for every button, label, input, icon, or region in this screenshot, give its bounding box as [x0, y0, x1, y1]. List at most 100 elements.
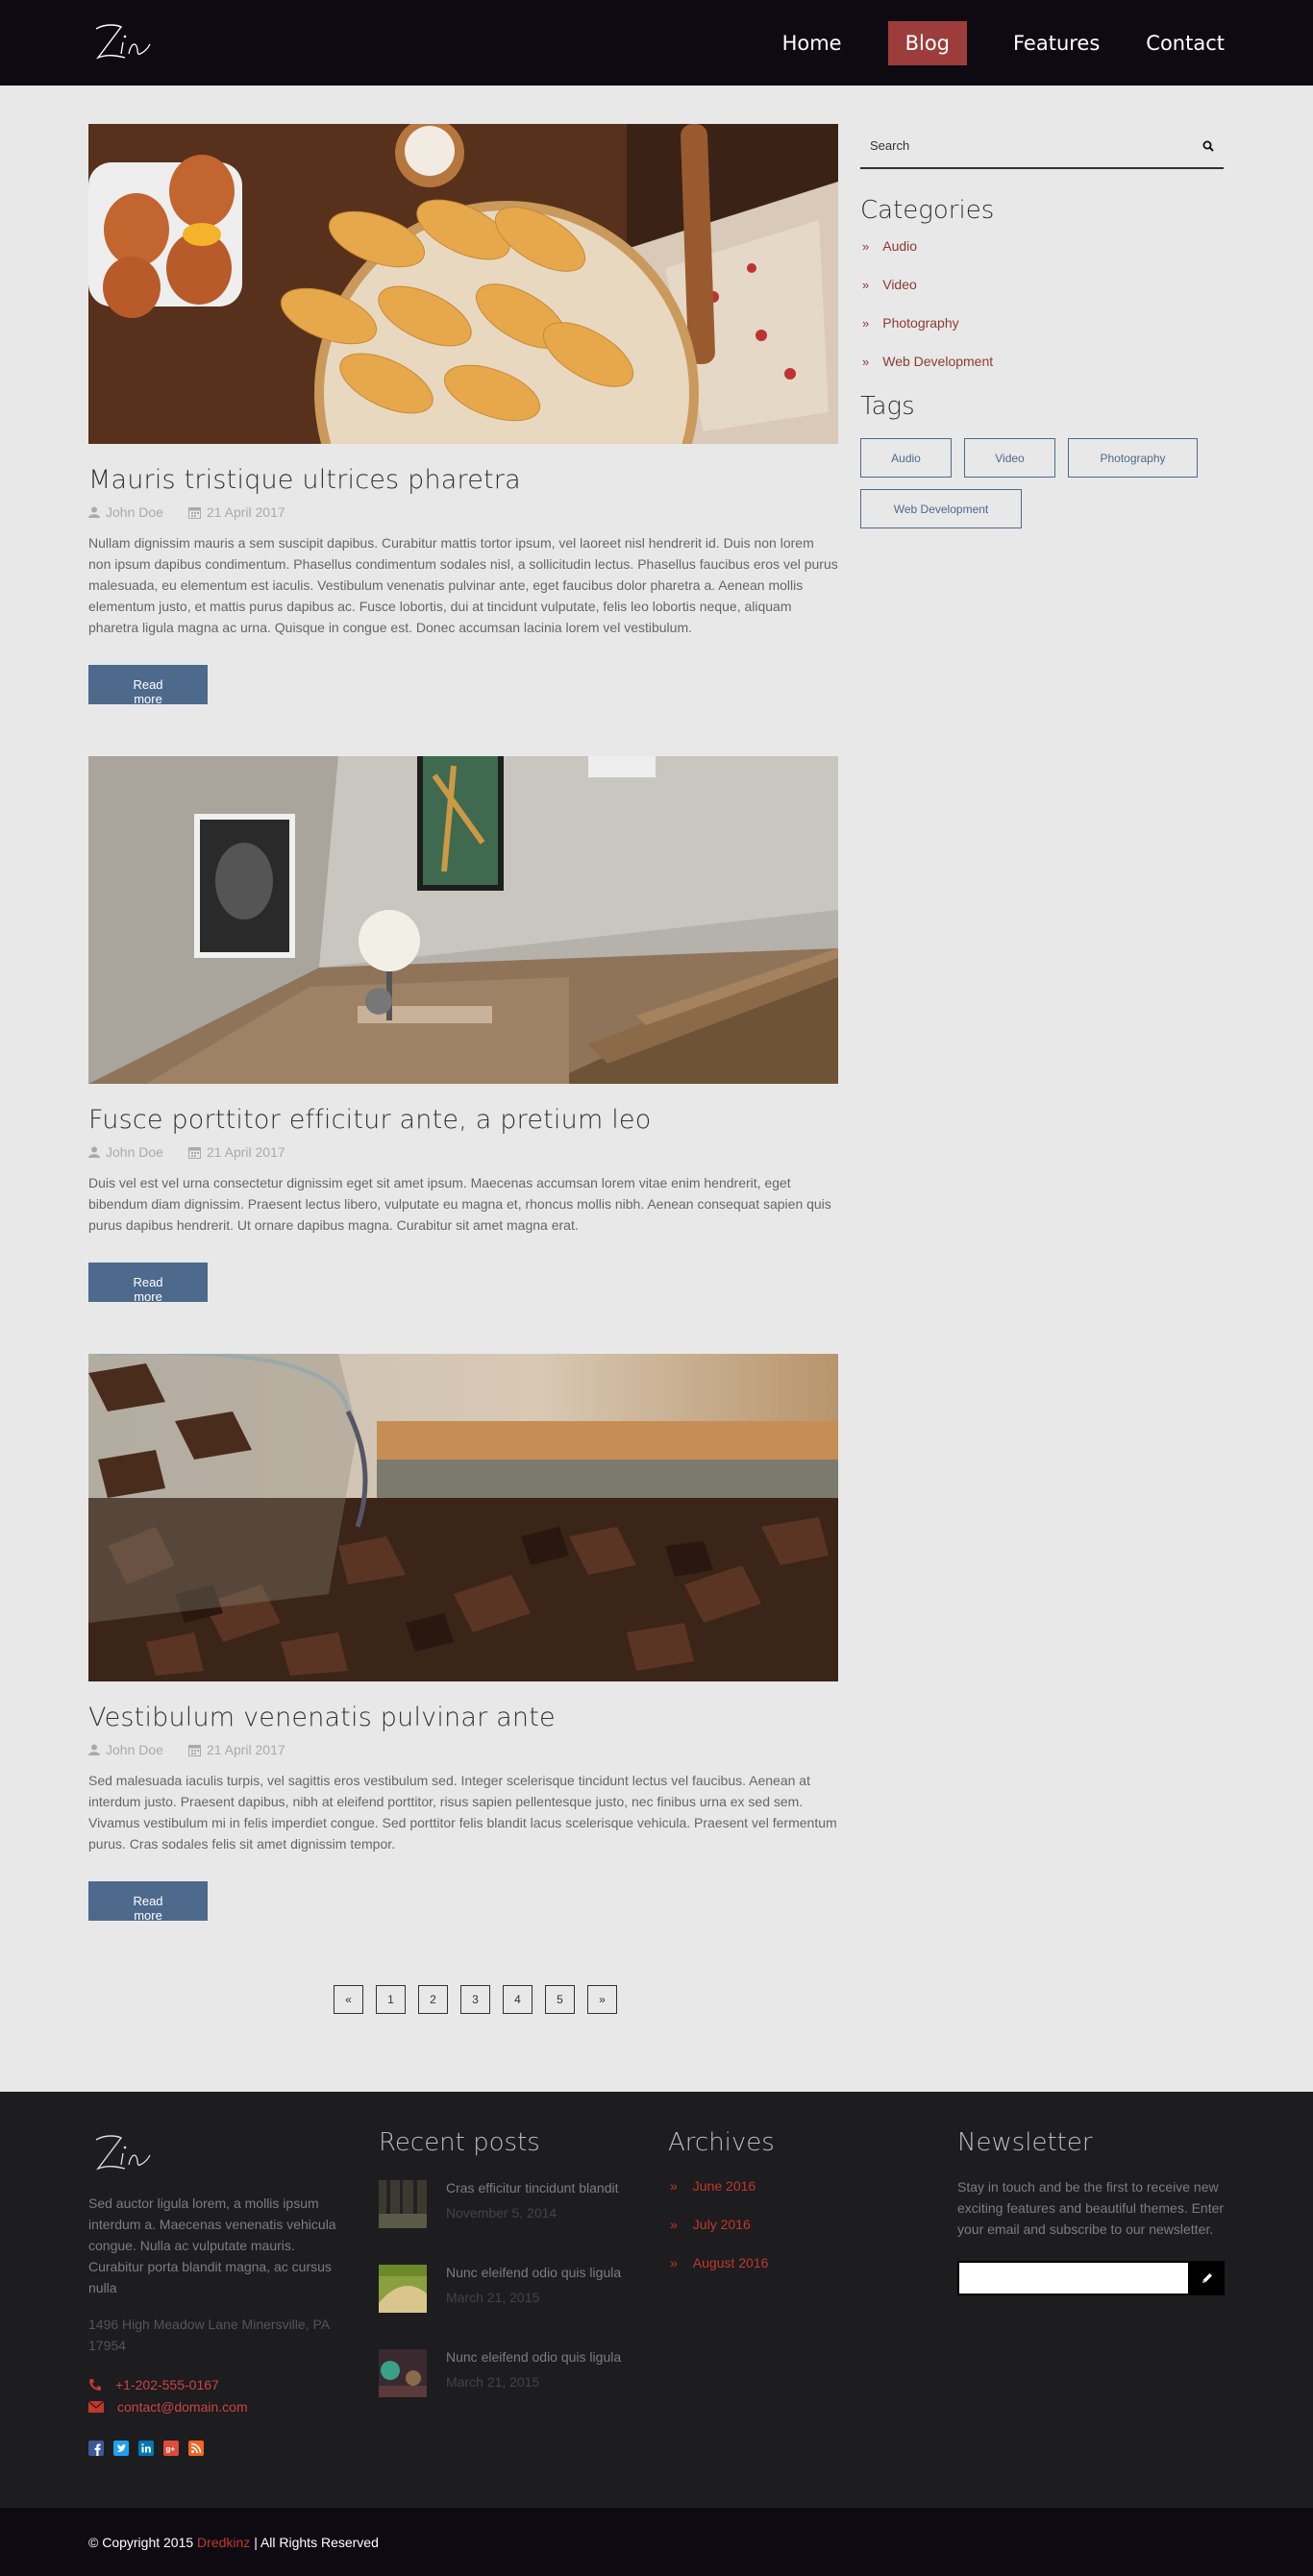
tags-title: Tags: [860, 392, 915, 421]
post-title[interactable]: Vestibulum venenatis pulvinar ante: [88, 1703, 838, 1732]
category-label: Web Development: [882, 354, 994, 369]
bullet-icon: »: [670, 2178, 678, 2194]
subscribe-button[interactable]: [1190, 2261, 1225, 2295]
archive-label: July 2016: [692, 2217, 751, 2232]
recent-post-date: November 5, 2014: [446, 2205, 557, 2220]
nav-home[interactable]: Home: [782, 32, 842, 55]
newsletter-text: Stay in touch and be the first to receiv…: [957, 2179, 1225, 2237]
archives-title: Archives: [668, 2128, 775, 2157]
site-logo[interactable]: [88, 15, 156, 69]
blog-posts: Mauris tristique ultrices pharetra John …: [88, 124, 838, 1973]
footer-recent-posts: Recent posts Cras efficitur tincidunt bl…: [379, 2128, 621, 2434]
post-author[interactable]: John Doe: [106, 1742, 163, 1757]
read-more-button[interactable]: Read more: [88, 1881, 208, 1923]
recent-post-item[interactable]: Cras efficitur tincidunt blandit Novembe…: [379, 2180, 621, 2265]
recent-post-title[interactable]: Cras efficitur tincidunt blandit: [446, 2180, 619, 2196]
category-label: Photography: [882, 315, 959, 331]
category-video[interactable]: » Video: [860, 277, 1224, 292]
recent-posts-title: Recent posts: [379, 2128, 540, 2157]
linkedin-icon[interactable]: [138, 2441, 154, 2456]
page-2[interactable]: 2: [418, 1985, 448, 2014]
footer-contact: +1-202-555-0167 contact@domain.com: [88, 2373, 348, 2417]
read-more-button[interactable]: Read more: [88, 1263, 208, 1304]
post-author[interactable]: John Doe: [106, 504, 163, 520]
nav-features[interactable]: Features: [1013, 32, 1100, 55]
recent-post-item[interactable]: Nunc eleifend odio quis ligula March 21,…: [379, 2349, 621, 2434]
sidebar: Categories » Audio » Video » Photography » W…: [860, 124, 1224, 528]
post-meta: John Doe 21 April 2017: [88, 504, 838, 520]
category-web-development[interactable]: » Web Development: [860, 354, 1224, 369]
phone-icon: [89, 2378, 101, 2391]
footer-phone[interactable]: +1-202-555-0167: [115, 2377, 219, 2392]
archive-item[interactable]: » July 2016: [668, 2217, 775, 2232]
search-box: [860, 124, 1224, 169]
user-icon: [88, 506, 100, 518]
post-image-dumplings[interactable]: [88, 124, 838, 444]
category-label: Audio: [882, 238, 918, 254]
calendar-icon: [187, 1146, 201, 1159]
post-excerpt: Nullam dignissim mauris a sem suscipit d…: [88, 535, 838, 635]
categories-title: Categories: [860, 196, 995, 225]
recent-post-date: March 21, 2015: [446, 2290, 540, 2305]
search-input[interactable]: [870, 138, 1158, 153]
categories-list: » Audio » Video » Photography » Web Developm…: [860, 238, 1224, 369]
nav-contact[interactable]: Contact: [1146, 32, 1225, 55]
nav-blog[interactable]: Blog: [887, 20, 967, 65]
page-next[interactable]: »: [587, 1985, 617, 2014]
archive-label: June 2016: [692, 2178, 756, 2194]
bullet-icon: »: [862, 354, 870, 369]
page-3[interactable]: 3: [460, 1985, 490, 2014]
page-1[interactable]: 1: [376, 1985, 406, 2014]
tag-video[interactable]: Video: [964, 438, 1055, 478]
read-more-button[interactable]: Read more: [88, 665, 208, 706]
recent-post-thumbnail[interactable]: [379, 2180, 427, 2228]
recent-post-thumbnail[interactable]: [379, 2349, 427, 2397]
twitter-icon[interactable]: [113, 2441, 129, 2456]
post-image-interior[interactable]: [88, 756, 838, 1084]
footer-address: 1496 High Meadow Lane Minersville, PA 17…: [88, 2317, 330, 2353]
footer-logo[interactable]: [88, 2126, 156, 2180]
footer-about-text: Sed auctor ligula lorem, a mollis ipsum …: [88, 2196, 336, 2295]
svg-text:g+: g+: [166, 2445, 176, 2454]
post-title[interactable]: Fusce porttitor efficitur ante, a pretiu…: [88, 1105, 838, 1135]
social-links: g+: [88, 2441, 348, 2456]
recent-post-title[interactable]: Nunc eleifend odio quis ligula: [446, 2265, 621, 2280]
post-author[interactable]: John Doe: [106, 1144, 163, 1160]
site-header: Home Blog Features Contact: [0, 0, 1313, 86]
recent-post-item[interactable]: Nunc eleifend odio quis ligula March 21,…: [379, 2265, 621, 2349]
recent-post-title[interactable]: Nunc eleifend odio quis ligula: [446, 2349, 621, 2365]
post-image-chocolate[interactable]: [88, 1354, 838, 1681]
search-icon[interactable]: [1202, 140, 1214, 152]
blog-post: Fusce porttitor efficitur ante, a pretiu…: [88, 756, 838, 1306]
page-prev[interactable]: «: [334, 1985, 363, 2014]
category-photography[interactable]: » Photography: [860, 315, 1224, 331]
main-nav: Home Blog Features Contact: [736, 0, 1225, 86]
copyright-text: © Copyright 2015: [88, 2534, 194, 2550]
bullet-icon: »: [862, 315, 870, 331]
tag-web-development[interactable]: Web Development: [860, 489, 1022, 528]
footer-newsletter: Newsletter Stay in touch and be the firs…: [957, 2128, 1225, 2295]
user-icon: [88, 1744, 100, 1755]
category-audio[interactable]: » Audio: [860, 238, 1224, 254]
tag-photography[interactable]: Photography: [1068, 438, 1198, 478]
facebook-icon[interactable]: [88, 2441, 104, 2456]
newsletter-email-input[interactable]: [957, 2261, 1190, 2295]
pagination: « 1 2 3 4 5 »: [334, 1985, 617, 2014]
archive-item[interactable]: » June 2016: [668, 2178, 775, 2194]
recent-post-date: March 21, 2015: [446, 2374, 540, 2390]
bullet-icon: »: [862, 277, 870, 292]
page-5[interactable]: 5: [545, 1985, 575, 2014]
page-4[interactable]: 4: [503, 1985, 533, 2014]
tag-audio[interactable]: Audio: [860, 438, 952, 478]
rss-icon[interactable]: [188, 2441, 204, 2456]
archive-label: August 2016: [692, 2255, 769, 2270]
brand-link[interactable]: Dredkinz: [197, 2535, 250, 2550]
google-plus-icon[interactable]: g+: [163, 2441, 179, 2456]
archive-item[interactable]: » August 2016: [668, 2255, 775, 2270]
calendar-icon: [187, 506, 201, 519]
site-footer: Sed auctor ligula lorem, a mollis ipsum …: [0, 2092, 1313, 2508]
footer-archives: Archives » June 2016 » July 2016 » August 2…: [668, 2128, 775, 2294]
footer-email[interactable]: contact@domain.com: [117, 2399, 248, 2415]
post-title[interactable]: Mauris tristique ultrices pharetra: [88, 465, 838, 495]
recent-post-thumbnail[interactable]: [379, 2265, 427, 2313]
